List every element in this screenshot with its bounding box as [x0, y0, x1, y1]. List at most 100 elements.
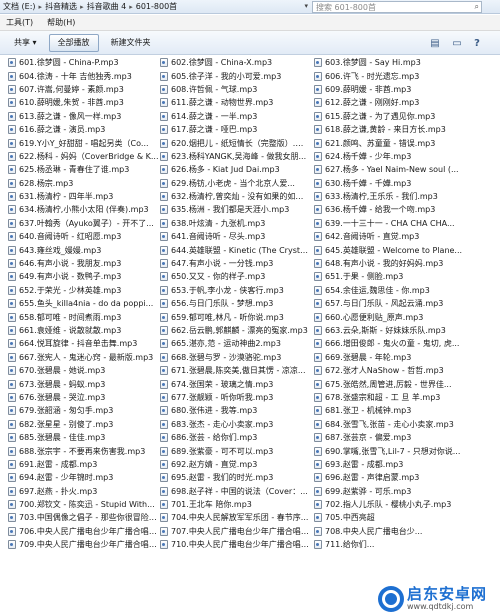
file-item[interactable]: 623.杨科YANGK,吴海峰 - 做我女朋... — [160, 150, 314, 163]
chevron-down-icon[interactable]: ▾ — [304, 2, 308, 10]
breadcrumb-drive[interactable]: 文档 (E:) — [3, 1, 36, 12]
file-item[interactable]: 624.杨千嬅 - 少年.mp3 — [314, 150, 466, 163]
file-item[interactable]: 635.杨洲 - 我们都是天涯小.mp3 — [160, 203, 314, 216]
file-item[interactable]: 608.许哲佩 - 气球.mp3 — [160, 83, 314, 96]
file-item[interactable]: 627.杨多 - Yael Naim-New soul (... — [314, 163, 466, 176]
menu-tools[interactable]: 工具(T) — [6, 17, 33, 28]
file-item[interactable]: 699.赵紫骅 - 可乐.mp3 — [314, 485, 466, 498]
share-button[interactable]: 共享 ▾ — [6, 34, 45, 52]
file-item[interactable]: 660.心愿便利贴_原声.mp3 — [314, 310, 466, 323]
file-item[interactable]: 679.张韶涵 - 匆匀手.mp3 — [8, 404, 160, 417]
menu-help[interactable]: 帮助(H) — [47, 17, 75, 28]
file-item[interactable]: 677.张靓颖 - 听你听我.mp3 — [160, 391, 314, 404]
file-item[interactable]: 696.赵雷 - 声律启蒙.mp3 — [314, 471, 466, 484]
file-item[interactable]: 606.许飞 - 时光遗忘.mp3 — [314, 69, 466, 82]
file-item[interactable]: 601.徐梦圆 - China-P.mp3 — [8, 56, 160, 69]
file-item[interactable]: 708.中央人民广播电台少... — [314, 525, 466, 538]
breadcrumb-folder-1[interactable]: 抖音精选 — [45, 1, 77, 12]
file-item[interactable]: 662.岳云鹏,郭麒麟 - 漂亮的冤家.mp3 — [160, 324, 314, 337]
file-item[interactable]: 695.赵雷 - 我们的时光.mp3 — [160, 471, 314, 484]
file-item[interactable]: 631.杨清柠 - 四年半.mp3 — [8, 190, 160, 203]
file-item[interactable]: 647.有声小说 - 一分钱.mp3 — [160, 257, 314, 270]
file-item[interactable]: 674.张国荣 - 玻璃之情.mp3 — [160, 377, 314, 390]
file-item[interactable]: 658.郁可唯 - 时间煮雨.mp3 — [8, 310, 160, 323]
file-item[interactable]: 686.张芸 - 给你们.mp3 — [160, 431, 314, 444]
file-item[interactable]: 644.英雄联盟 - Kinetic (The Crysta... — [160, 243, 314, 256]
file-item[interactable]: 626.杨多 - Kiat Jud Dai.mp3 — [160, 163, 314, 176]
file-item[interactable]: 666.增田俊郎 - 鬼火の童 - 鬼切, 虎... — [314, 337, 466, 350]
search-icon[interactable]: ⌕ — [475, 2, 479, 12]
file-item[interactable]: 621.颜鸣、苏童童 - 错误.mp3 — [314, 136, 466, 149]
file-item[interactable]: 634.杨清柠,小熊小太阳 (伴奏).mp3 — [8, 203, 160, 216]
file-item[interactable]: 675.张皓然,周管进,厉毅 - 世界佳... — [314, 377, 466, 390]
file-item[interactable]: 628.杨宗.mp3 — [8, 177, 160, 190]
file-item[interactable]: 613.薛之谦 - 像风一样.mp3 — [8, 110, 160, 123]
file-item[interactable]: 705.中西亮超 — [314, 511, 466, 524]
view-options-icon[interactable]: ▤ — [424, 35, 446, 51]
file-item[interactable]: 687.张芸京 - 偏爱.mp3 — [314, 431, 466, 444]
file-item[interactable]: 651.于果 - 侧脸.mp3 — [314, 270, 466, 283]
file-item[interactable]: 702.指人儿乐队 - 樱桃小丸子.mp3 — [314, 498, 466, 511]
file-item[interactable]: 678.张盛宗和超 - 工 旦 羊.mp3 — [314, 391, 466, 404]
file-item[interactable]: 670.张碧晨 - 她说.mp3 — [8, 364, 160, 377]
file-item[interactable]: 609.薛明媛 - 非酋.mp3 — [314, 83, 466, 96]
file-item[interactable]: 707.中央人民广播电台少年广播合唱团... — [160, 525, 314, 538]
help-icon[interactable]: ? — [468, 35, 486, 51]
file-item[interactable]: 649.有声小说 - 数鸭子.mp3 — [8, 270, 160, 283]
file-item[interactable]: 676.张碧晨 - 哭泣.mp3 — [8, 391, 160, 404]
file-item[interactable]: 640.音阙诗听 - 红昭愿.mp3 — [8, 230, 160, 243]
file-item[interactable]: 682.张星星 - 别傻了.mp3 — [8, 418, 160, 431]
file-item[interactable]: 692.赵方婧 - 直觉.mp3 — [160, 458, 314, 471]
file-item[interactable]: 617.薛之谦 - 哑巴.mp3 — [160, 123, 314, 136]
file-item[interactable]: 607.许嵩,何曼婷 - 素颜.mp3 — [8, 83, 160, 96]
file-item[interactable]: 641.音阙诗听 - 尽头.mp3 — [160, 230, 314, 243]
file-item[interactable]: 703.中国偶像之倡子 - 那些你很冒险的... — [8, 511, 160, 524]
file-item[interactable]: 652.于荣光 - 少林英雄.mp3 — [8, 284, 160, 297]
file-item[interactable]: 618.薛之谦,黄龄 - 来日方长.mp3 — [314, 123, 466, 136]
file-item[interactable]: 657.与日门乐队 - 风起云涌.mp3 — [314, 297, 466, 310]
file-item[interactable]: 691.赵雷 - 成都.mp3 — [8, 458, 160, 471]
new-folder-button[interactable]: 新建文件夹 — [103, 34, 159, 52]
file-item[interactable]: 698.赵子祥 - 中国的说法（Cover：... — [160, 485, 314, 498]
file-item[interactable]: 642.音阙诗听 - 直觉.mp3 — [314, 230, 466, 243]
file-item[interactable]: 622.杨科 - 妈妈（CoverBridge & K... — [8, 150, 160, 163]
file-item[interactable]: 605.徐子洋 - 我的小可爱.mp3 — [160, 69, 314, 82]
file-item[interactable]: 604.徐涛 - 十年 吉他独秀.mp3 — [8, 69, 160, 82]
file-item[interactable]: 669.张碧晨 - 年轮.mp3 — [314, 351, 466, 364]
file-item[interactable]: 646.有声小说 - 我朋友.mp3 — [8, 257, 160, 270]
file-item[interactable]: 655.鱼头_killa4nia - do da poppi... — [8, 297, 160, 310]
play-all-button[interactable]: 全部播放 — [48, 33, 99, 52]
file-item[interactable]: 616.薛之谦 - 演员.mp3 — [8, 123, 160, 136]
breadcrumb-folder-3[interactable]: 601-800首 — [136, 1, 177, 12]
file-item[interactable]: 619.Y小Y_好甜甜 - 唱起另类（Co... — [8, 136, 160, 149]
file-item[interactable]: 629.杨钫,小老虎 - 当个北京人爱... — [160, 177, 314, 190]
file-item[interactable]: 688.张宗宇 - 不要再来伤害我.mp3 — [8, 444, 160, 457]
preview-pane-icon[interactable]: ▭ — [448, 35, 466, 51]
file-item[interactable]: 625.杨丞琳 - 青春住了谁.mp3 — [8, 163, 160, 176]
file-item[interactable]: 656.与日门乐队 - 梦想.mp3 — [160, 297, 314, 310]
file-item[interactable]: 632.杨清柠,曾奕灿 - 没有如果的如果.mp3 — [160, 190, 314, 203]
file-item[interactable]: 636.杨千嬅 - 给我一个吻.mp3 — [314, 203, 466, 216]
file-item[interactable]: 697.赵燕 - 扑火.mp3 — [8, 485, 160, 498]
file-item[interactable]: 685.张碧晨 - 佳佳.mp3 — [8, 431, 160, 444]
file-item[interactable]: 700.郑钦文 - 陈奕迅 - Stupid With... — [8, 498, 160, 511]
file-item[interactable]: 602.徐梦圆 - China-X.mp3 — [160, 56, 314, 69]
file-item[interactable]: 693.赵雷 - 成都.mp3 — [314, 458, 466, 471]
file-item[interactable]: 689.张紫豪 - 可不可以.mp3 — [160, 444, 314, 457]
file-item[interactable]: 630.杨千嬅 - 千嬅.mp3 — [314, 177, 466, 190]
file-item[interactable]: 665.湛亦,范 - 运动神曲2.mp3 — [160, 337, 314, 350]
search-input[interactable]: 搜索 601-800首 ⌕ — [312, 1, 482, 13]
file-item[interactable]: 620.烟把儿 - 纸短情长（完整版）.mp3 — [160, 136, 314, 149]
file-item[interactable]: 711.给你们... — [314, 538, 466, 551]
file-item[interactable]: 603.徐梦圆 - Say Hi.mp3 — [314, 56, 466, 69]
file-item[interactable]: 659.郁可唯,林凡 - 听你说.mp3 — [160, 310, 314, 323]
file-item[interactable]: 650.又又 - 你的样子.mp3 — [160, 270, 314, 283]
file-item[interactable]: 653.于帆,李小龙 - 侠客行.mp3 — [160, 284, 314, 297]
file-item[interactable]: 673.张碧晨 - 蚂蚁.mp3 — [8, 377, 160, 390]
file-item[interactable]: 710.中央人民广播电台少年广播合唱团... — [160, 538, 314, 551]
file-item[interactable]: 680.张伟进 - 我等.mp3 — [160, 404, 314, 417]
file-item[interactable]: 672.张才人NaShow - 哲哲.mp3 — [314, 364, 466, 377]
file-item[interactable]: 643.雍丝戏_嫚嫚.mp3 — [8, 243, 160, 256]
file-item[interactable]: 612.薛之谦 - 刚刚好.mp3 — [314, 96, 466, 109]
file-item[interactable]: 637.叶翰秀（Ayuko翼子）- 开不了... — [8, 217, 160, 230]
